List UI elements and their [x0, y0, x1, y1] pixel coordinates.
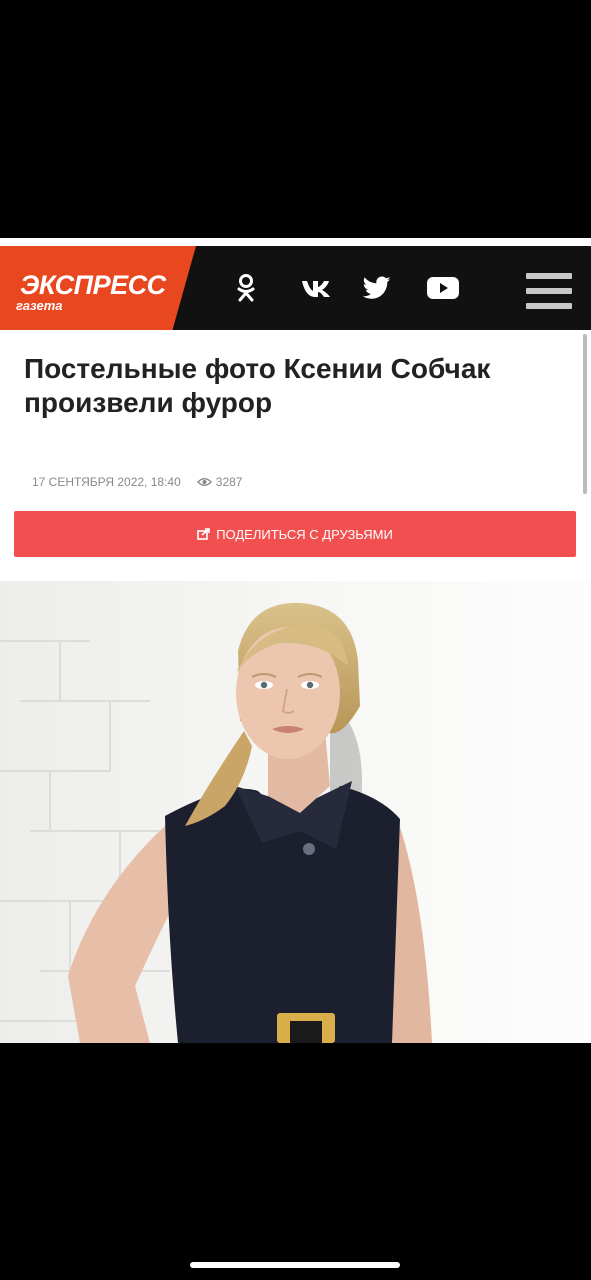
share-label: поделиться с друзьями — [216, 526, 393, 542]
site-header: ЭКСПРЕСС газета — [0, 246, 591, 330]
vk-icon[interactable] — [296, 270, 336, 306]
logo-subtitle: газета — [16, 298, 63, 313]
eye-icon — [196, 478, 212, 486]
views-counter: 3287 — [196, 475, 243, 489]
article-date: 17 сентября 2022, 18:40 — [32, 475, 181, 489]
article-meta: 17 сентября 2022, 18:40 3287 — [32, 475, 242, 489]
views-count: 3287 — [215, 475, 243, 489]
article-title: Постельные фото Ксении Собчак произвели … — [24, 353, 491, 418]
share-button[interactable]: поделиться с друзьями — [14, 511, 576, 557]
twitter-icon[interactable] — [357, 270, 397, 306]
article-photo[interactable] — [0, 581, 591, 1043]
home-indicator[interactable] — [190, 1262, 400, 1268]
hamburger-menu-icon[interactable] — [526, 273, 572, 311]
scrollbar[interactable] — [583, 334, 587, 494]
youtube-icon[interactable] — [423, 270, 463, 306]
odnoklassniki-icon[interactable] — [226, 270, 266, 306]
article-page: ЭКСПРЕСС газета Постельные фото Ксении С… — [0, 238, 591, 1043]
logo-title: ЭКСПРЕСС — [20, 270, 166, 300]
site-logo[interactable]: ЭКСПРЕСС газета — [0, 246, 196, 330]
share-icon — [197, 528, 210, 540]
